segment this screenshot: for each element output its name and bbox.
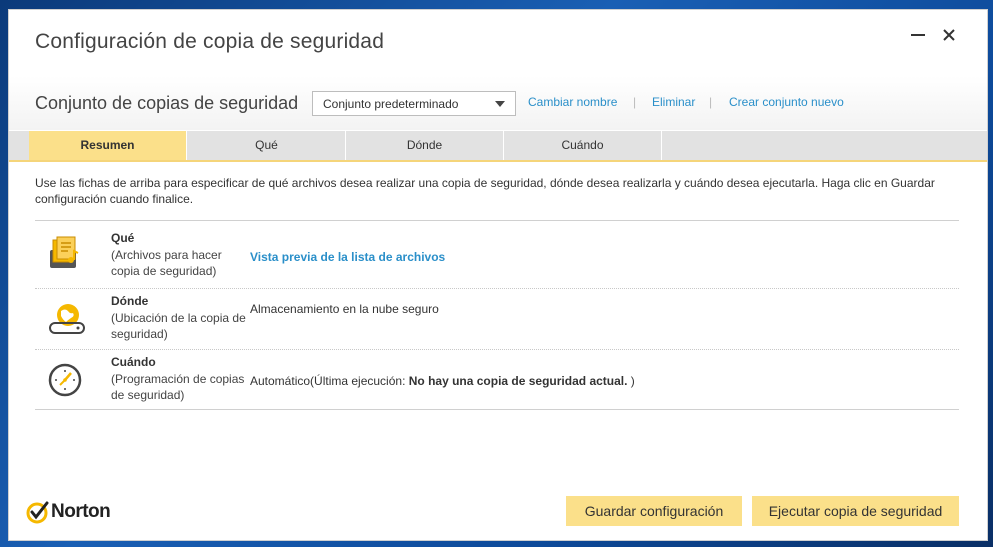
divider [35,220,959,221]
when-title: Cuándo [111,355,156,369]
close-icon [943,29,955,41]
what-description: (Archivos para hacer copia de seguridad) [111,248,222,278]
what-title: Qué [111,231,135,245]
when-value-suffix: ) [627,374,635,388]
when-value-prefix: Automático(Última ejecución: [250,374,409,388]
save-settings-button[interactable]: Guardar configuración [566,496,742,526]
minimize-button[interactable] [907,24,929,46]
when-value: Automático(Última ejecución: No hay una … [250,374,635,388]
clock-icon [47,362,83,398]
link-separator: | [709,95,713,109]
chevron-down-icon [495,101,505,107]
tab-summary[interactable]: Resumen [29,131,187,160]
divider [35,409,959,410]
divider [35,349,959,350]
norton-brand-name: Norton [51,501,111,522]
tab-bar: Resumen Qué Dónde Cuándo [9,131,987,162]
checkmark-icon [26,501,49,524]
backup-set-selected: Conjunto predeterminado [323,97,459,111]
backup-settings-window: Configuración de copia de seguridad Conj… [9,10,987,540]
tab-when[interactable]: Cuándo [504,131,662,160]
divider [35,288,959,289]
tab-what[interactable]: Qué [188,131,346,160]
delete-link[interactable]: Eliminar [652,95,695,109]
when-description: (Programación de copias de seguridad) [111,372,245,402]
create-set-link[interactable]: Crear conjunto nuevo [729,95,844,109]
where-value: Almacenamiento en la nube seguro [250,302,439,316]
when-value-status: No hay una copia de seguridad actual. [408,374,628,388]
title-bar: Configuración de copia de seguridad [9,10,987,76]
tab-where[interactable]: Dónde [346,131,504,160]
backup-set-bar: Conjunto de copias de seguridad Conjunto… [9,76,987,130]
link-separator: | [633,95,637,109]
minimize-icon [911,34,925,36]
backup-set-dropdown[interactable]: Conjunto predeterminado [312,91,516,116]
backup-set-label: Conjunto de copias de seguridad [35,93,299,113]
where-title: Dónde [111,294,149,308]
files-icon [47,236,83,272]
intro-text: Use las fichas de arriba para especifica… [35,176,935,206]
rename-link[interactable]: Cambiar nombre [528,95,617,109]
where-description: (Ubicación de la copia de seguridad) [111,311,246,341]
run-backup-button[interactable]: Ejecutar copia de seguridad [752,496,959,526]
close-button[interactable] [938,24,960,46]
window-title: Configuración de copia de seguridad [35,30,385,53]
preview-file-list-link[interactable]: Vista previa de la lista de archivos [250,250,445,264]
cloud-drive-icon [47,298,85,334]
